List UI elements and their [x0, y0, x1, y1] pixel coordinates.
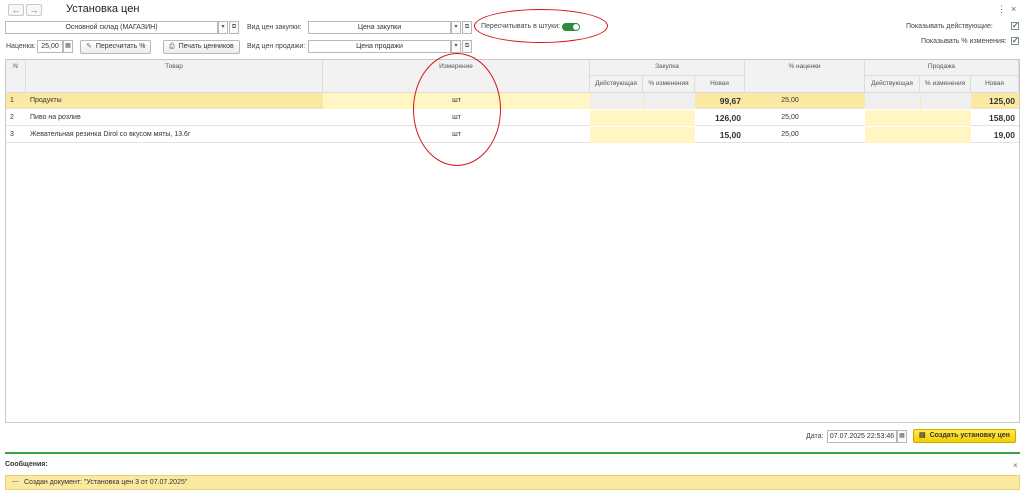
row-purchase-new[interactable]: 15,00	[695, 127, 745, 143]
row-purchase-new[interactable]: 99,67	[695, 93, 745, 109]
header-n[interactable]: N	[6, 60, 26, 93]
header-sale-group: Продажа	[865, 60, 1019, 76]
show-change-label: Показывать % изменения:	[921, 38, 1007, 45]
checkmark-icon: ✓	[1012, 36, 1019, 45]
purchase-price-type-label: Вид цен закупки:	[247, 24, 302, 31]
row-purchase-current	[590, 127, 695, 143]
sale-price-type-open[interactable]: ⧉	[462, 40, 472, 53]
row-product[interactable]: Пиво на розлив	[26, 110, 323, 126]
row-sale-new[interactable]: 125,00	[971, 93, 1019, 109]
header-product[interactable]: Товар	[26, 60, 323, 93]
header-sale-change[interactable]: % изменения	[920, 76, 971, 93]
header-purchase-current[interactable]: Действующая	[590, 76, 643, 93]
create-price-setting-button[interactable]: ▤ Создать установку цен	[913, 429, 1016, 443]
markup-input[interactable]: 25,00	[37, 40, 63, 53]
recalc-percent-button[interactable]: ✎ Пересчитать %	[80, 40, 152, 54]
price-table: N Товар Измерение Закупка Действующая % …	[5, 59, 1020, 423]
message-text: Создан документ: "Установка цен 3 от 07.…	[24, 479, 188, 486]
sale-price-type-field[interactable]: Цена продажи	[308, 40, 451, 53]
table-row[interactable]: 1 Продукты шт 99,67 25,00 125,00	[6, 93, 1019, 109]
checkmark-icon: ✓	[1012, 21, 1019, 30]
row-purchase-new[interactable]: 126,00	[695, 110, 745, 126]
more-icon[interactable]: ⋮	[997, 4, 1006, 15]
table-row[interactable]: 3 Жевательная резинка Dirol со вкусом мя…	[6, 127, 1019, 143]
date-label: Дата:	[806, 433, 824, 440]
back-button[interactable]: ←	[8, 4, 24, 16]
forward-button[interactable]: →	[26, 4, 42, 16]
purchase-price-type-open[interactable]: ⧉	[462, 21, 472, 34]
row-product[interactable]: Продукты	[26, 93, 323, 109]
date-picker-button[interactable]: ▦	[897, 430, 907, 443]
open-link-icon: ⧉	[464, 24, 470, 30]
calculator-icon: ▦	[65, 43, 71, 49]
messages-title: Сообщения:	[5, 461, 48, 468]
warehouse-field[interactable]: Основной склад (МАГАЗИН)	[5, 21, 218, 34]
row-sale-current	[865, 93, 920, 109]
row-markup[interactable]: 25,00	[745, 127, 835, 143]
row-purchase-change	[644, 93, 695, 109]
markup-label: Наценка:	[6, 43, 36, 50]
warehouse-dropdown-button[interactable]: ▾	[218, 21, 228, 34]
document-icon: ▤	[919, 432, 926, 439]
arrow-left-icon: ←	[11, 5, 21, 15]
page-title: Установка цен	[66, 3, 140, 15]
arrow-right-icon: →	[29, 5, 39, 15]
sale-price-type-label: Вид цен продажи:	[247, 43, 306, 50]
row-number: 3	[10, 131, 14, 138]
printer-icon: ⎙	[169, 43, 175, 50]
red-highlight-ellipse-unit	[413, 53, 501, 166]
sale-price-type-dropdown[interactable]: ▾	[451, 40, 461, 53]
row-number: 1	[10, 97, 14, 104]
chevron-down-icon: ▾	[454, 24, 458, 30]
message-bullet-icon: —	[12, 478, 19, 485]
calendar-icon: ▦	[899, 433, 905, 439]
row-number: 2	[10, 114, 14, 121]
row-product[interactable]: Жевательная резинка Dirol со вкусом мяты…	[26, 127, 323, 143]
row-sale-change	[921, 93, 971, 109]
row-markup[interactable]: 25,00	[745, 93, 835, 109]
row-sale-new[interactable]: 19,00	[971, 127, 1019, 143]
warehouse-open-button[interactable]: ⧉	[229, 21, 239, 34]
print-price-tags-button[interactable]: ⎙ Печать ценников	[163, 40, 240, 54]
row-purchase-current	[590, 93, 643, 109]
row-sale-new[interactable]: 158,00	[971, 110, 1019, 126]
purchase-price-type-field[interactable]: Цена закупки	[308, 21, 451, 34]
show-current-checkbox[interactable]: ✓	[1011, 22, 1019, 30]
open-link-icon: ⧉	[231, 24, 237, 30]
markup-calculator-button[interactable]: ▦	[63, 40, 73, 53]
close-icon[interactable]: ×	[1011, 4, 1016, 14]
red-highlight-ellipse-toggle	[474, 9, 608, 43]
table-row[interactable]: 2 Пиво на розлив шт 126,00 25,00 158,00	[6, 110, 1019, 126]
messages-divider	[5, 452, 1020, 454]
row-markup[interactable]: 25,00	[745, 110, 835, 126]
chevron-down-icon: ▾	[221, 24, 225, 30]
header-purchase-new[interactable]: Новая	[695, 76, 745, 93]
chevron-down-icon: ▾	[454, 43, 458, 49]
purchase-price-type-dropdown[interactable]: ▾	[451, 21, 461, 34]
open-link-icon: ⧉	[464, 43, 470, 49]
header-markup[interactable]: % наценки	[745, 60, 865, 93]
show-current-label: Показывать действующие:	[906, 23, 993, 30]
header-purchase-group: Закупка	[590, 60, 745, 76]
messages-close-icon[interactable]: ×	[1013, 461, 1018, 470]
row-purchase-current	[590, 110, 695, 126]
date-input[interactable]: 07.07.2025 22:53:46	[827, 430, 897, 443]
row-sale-current	[865, 110, 971, 126]
pencil-icon: ✎	[86, 43, 92, 50]
message-item[interactable]: — Создан документ: "Установка цен 3 от 0…	[5, 475, 1020, 490]
row-sale-current	[865, 127, 971, 143]
show-change-checkbox[interactable]: ✓	[1011, 37, 1019, 45]
header-sale-new[interactable]: Новая	[971, 76, 1019, 93]
header-purchase-change[interactable]: % изменения	[643, 76, 695, 93]
header-sale-current[interactable]: Действующая	[865, 76, 920, 93]
